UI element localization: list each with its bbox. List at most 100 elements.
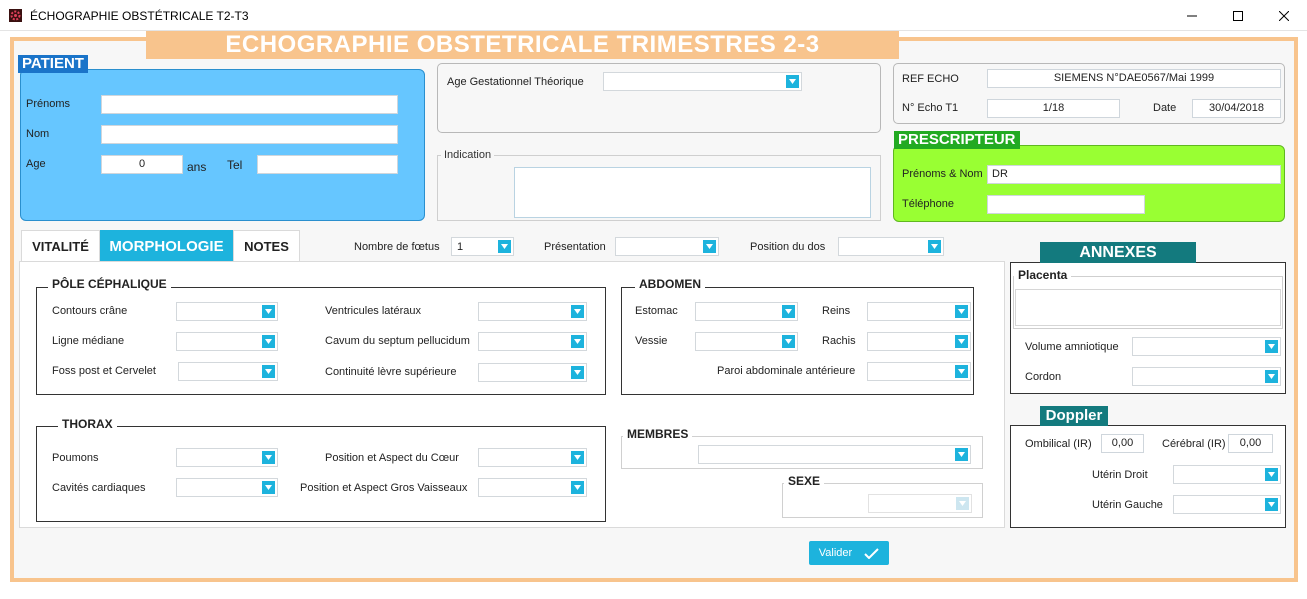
maximize-button[interactable] (1215, 0, 1261, 31)
placenta-group (1013, 276, 1283, 329)
uterin-gauche-label: Utérin Gauche (1092, 499, 1163, 511)
chevron-down-icon (786, 75, 799, 88)
morphologie-panel: Contours crâne Ligne médiane Foss post e… (19, 261, 1005, 528)
chevron-down-icon (571, 451, 584, 464)
chevron-down-icon (955, 448, 968, 461)
chevron-down-icon (928, 240, 941, 253)
chevron-down-icon (1265, 498, 1278, 511)
thorax-section: Poumons Cavités cardiaques Position et A… (36, 426, 606, 522)
coeur-label: Position et Aspect du Cœur (325, 452, 459, 464)
estomac-label: Estomac (635, 305, 678, 317)
chevron-down-icon (956, 497, 969, 510)
age-label: Age (26, 158, 46, 170)
uterin-droit-select[interactable] (1173, 465, 1281, 484)
doppler-panel: Ombilical (IR) 0,00 Cérébral (IR) 0,00 U… (1010, 425, 1286, 528)
paroi-select[interactable] (867, 362, 971, 381)
chevron-down-icon (571, 305, 584, 318)
contours-select[interactable] (176, 302, 278, 321)
cerebral-field[interactable]: 0,00 (1228, 434, 1273, 453)
ombilical-label: Ombilical (IR) (1025, 438, 1092, 450)
patient-age-field[interactable]: 0 (101, 155, 183, 174)
tab-notes[interactable]: NOTES (233, 230, 300, 262)
tab-vitalite[interactable]: VITALITÉ (21, 230, 100, 262)
nom-label: Nom (26, 128, 50, 140)
gestation-select[interactable] (603, 72, 802, 91)
age-unit-label: ans (187, 160, 207, 174)
tab-morphologie[interactable]: MORPHOLOGIE (100, 230, 233, 262)
pole-cephalique-title: PÔLE CÉPHALIQUE (48, 277, 171, 291)
volume-select[interactable] (1132, 337, 1281, 356)
no-echo-label: N° Echo T1 (902, 102, 959, 114)
chevron-down-icon (571, 481, 584, 494)
vessie-select[interactable] (695, 332, 798, 351)
paroi-label: Paroi abdominale antérieure (717, 365, 856, 377)
chevron-down-icon (571, 366, 584, 379)
presentation-select[interactable] (615, 237, 719, 256)
cavites-select[interactable] (176, 478, 278, 497)
chevron-down-icon (498, 240, 511, 253)
membres-title: MEMBRES (623, 427, 693, 441)
reins-select[interactable] (867, 302, 971, 321)
abdomen-section: Estomac Vessie Reins Rachis Paroi abdomi… (621, 287, 974, 395)
foss-select[interactable] (178, 362, 278, 381)
form-banner-title: ECHOGRAPHIE OBSTETRICALE TRIMESTRES 2-3 (146, 31, 899, 59)
estomac-select[interactable] (695, 302, 798, 321)
window-title: ÉCHOGRAPHIE OBSTÉTRICALE T2-T3 (30, 9, 249, 23)
vaisseaux-select[interactable] (478, 478, 587, 497)
ref-echo-label: REF ECHO (902, 73, 959, 85)
chevron-down-icon (955, 335, 968, 348)
chevron-down-icon (262, 365, 275, 378)
close-button[interactable] (1261, 0, 1307, 31)
patient-nom-field[interactable] (101, 125, 398, 144)
uterin-droit-label: Utérin Droit (1092, 469, 1148, 481)
date-field[interactable]: 30/04/2018 (1192, 99, 1281, 118)
patient-prenoms-field[interactable] (101, 95, 398, 114)
rachis-select[interactable] (867, 332, 971, 351)
gestation-panel: Age Gestationnel Théorique (437, 63, 881, 133)
no-echo-field[interactable]: 1/18 (987, 99, 1120, 118)
cavites-label: Cavités cardiaques (52, 482, 146, 494)
ligne-select[interactable] (176, 332, 278, 351)
prescripteur-nom-field[interactable]: DR (987, 165, 1281, 184)
levre-select[interactable] (478, 363, 587, 382)
reins-label: Reins (822, 305, 851, 317)
minimize-button[interactable] (1169, 0, 1215, 31)
cavum-select[interactable] (478, 332, 587, 351)
nb-foetus-select[interactable]: 1 (451, 237, 514, 256)
rachis-label: Rachis (822, 335, 856, 347)
chevron-down-icon (782, 305, 795, 318)
ref-echo-field[interactable]: SIEMENS N°DAE0567/Mai 1999 (987, 69, 1281, 88)
chevron-down-icon (1265, 468, 1278, 481)
cordon-select[interactable] (1132, 367, 1281, 386)
checkmark-icon (864, 547, 879, 559)
membres-select[interactable] (698, 445, 971, 464)
sexe-select[interactable] (868, 494, 972, 513)
nb-foetus-label: Nombre de fœtus (354, 241, 440, 253)
app-logo-icon (9, 9, 22, 22)
prescripteur-tel-label: Téléphone (902, 198, 954, 210)
close-icon (1279, 10, 1289, 21)
poumons-select[interactable] (176, 448, 278, 467)
prenoms-label: Prénoms (26, 98, 71, 110)
position-dos-select[interactable] (838, 237, 944, 256)
ventricules-select[interactable] (478, 302, 587, 321)
uterin-gauche-select[interactable] (1173, 495, 1281, 514)
validate-label: Valider (818, 547, 853, 559)
ombilical-field[interactable]: 0,00 (1101, 434, 1144, 453)
sexe-section (782, 483, 983, 518)
thorax-title: THORAX (58, 417, 117, 431)
date-label: Date (1153, 102, 1177, 114)
levre-label: Continuité lèvre supérieure (325, 366, 457, 378)
placenta-field[interactable] (1015, 289, 1281, 326)
indication-field[interactable] (514, 167, 871, 218)
coeur-select[interactable] (478, 448, 587, 467)
cavum-label: Cavum du septum pellucidum (325, 335, 470, 347)
patient-panel: Prénoms Nom Age 0 ans Tel (20, 69, 425, 221)
vaisseaux-label: Position et Aspect Gros Vaisseaux (300, 482, 468, 494)
poumons-label: Poumons (52, 452, 99, 464)
chevron-down-icon (262, 335, 275, 348)
prescripteur-tel-field[interactable] (987, 195, 1145, 214)
chevron-down-icon (955, 365, 968, 378)
patient-tel-field[interactable] (257, 155, 398, 174)
validate-button[interactable]: Valider (809, 541, 889, 565)
